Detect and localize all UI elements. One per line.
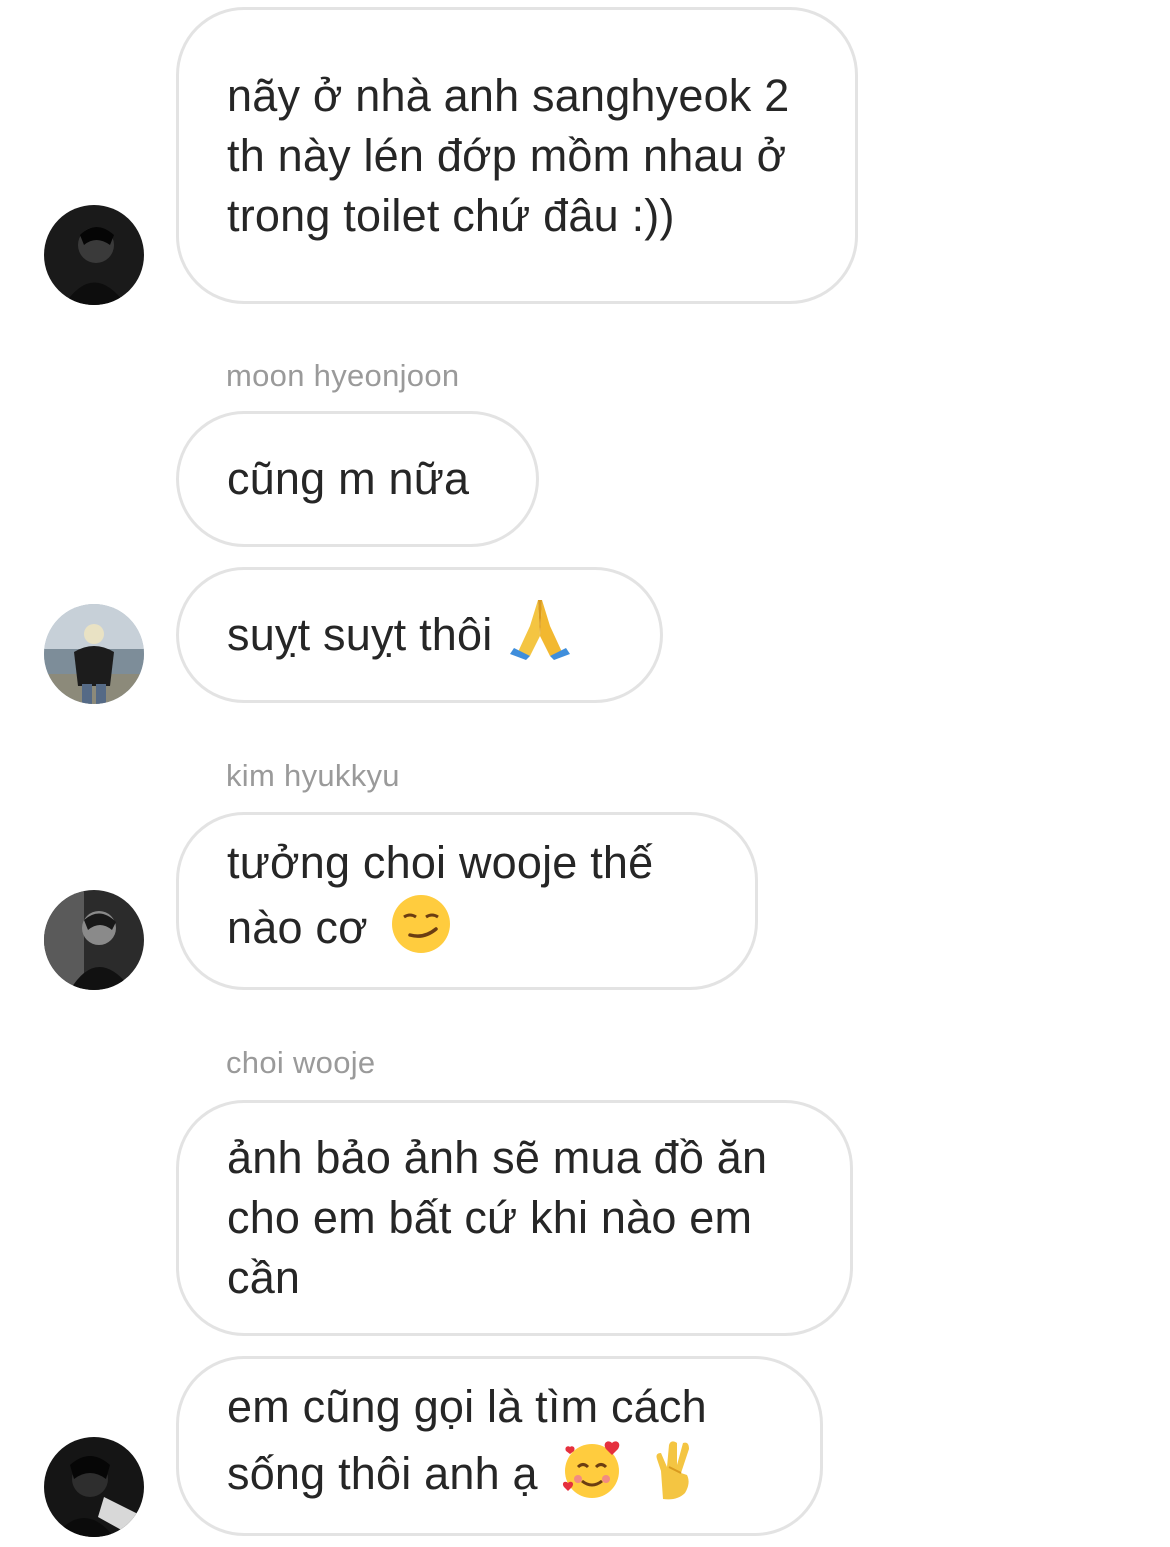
message-bubble[interactable]: suỵt suỵt thôi — [176, 567, 663, 703]
avatar-photo-icon — [44, 604, 144, 704]
sender-name: moon hyeonjoon — [226, 358, 460, 393]
avatar[interactable] — [44, 604, 144, 704]
avatar[interactable] — [44, 1437, 144, 1537]
avatar[interactable] — [44, 890, 144, 990]
message-bubble[interactable]: em cũng gọi là tìm cách sống thôi anh ạ — [176, 1356, 823, 1536]
folded-hands-icon — [508, 596, 572, 675]
avatar[interactable] — [44, 205, 144, 305]
message-content: tưởng choi wooje thế nào cơ — [227, 833, 707, 970]
message-bubble[interactable]: nãy ở nhà anh sanghyeok 2 th này lén đớp… — [176, 7, 858, 304]
message-text: nãy ở nhà anh sanghyeok 2 th này lén đớp… — [227, 69, 790, 241]
message-text: ảnh bảo ảnh sẽ mua đồ ăn cho em bất cứ k… — [227, 1132, 768, 1303]
smiling-face-with-hearts-icon — [560, 1437, 624, 1516]
avatar-photo-icon — [44, 205, 144, 305]
smirking-face-icon — [390, 893, 452, 970]
message-content: em cũng gọi là tìm cách sống thôi anh ạ — [227, 1377, 772, 1516]
sender-name: kim hyukkyu — [226, 758, 400, 793]
message-bubble[interactable]: ảnh bảo ảnh sẽ mua đồ ăn cho em bất cứ k… — [176, 1100, 853, 1336]
message-bubble[interactable]: tưởng choi wooje thế nào cơ — [176, 812, 758, 990]
message-text: suỵt suỵt thôi — [227, 609, 493, 660]
message-text: cũng m nữa — [227, 453, 470, 504]
message-bubble[interactable]: cũng m nữa — [176, 411, 539, 547]
message-text: em cũng gọi là tìm cách sống thôi anh ạ — [227, 1380, 707, 1499]
avatar-photo-icon — [44, 1437, 144, 1537]
crossed-fingers-icon — [647, 1437, 699, 1516]
sender-name: choi wooje — [226, 1045, 376, 1080]
avatar-photo-icon — [44, 890, 144, 990]
